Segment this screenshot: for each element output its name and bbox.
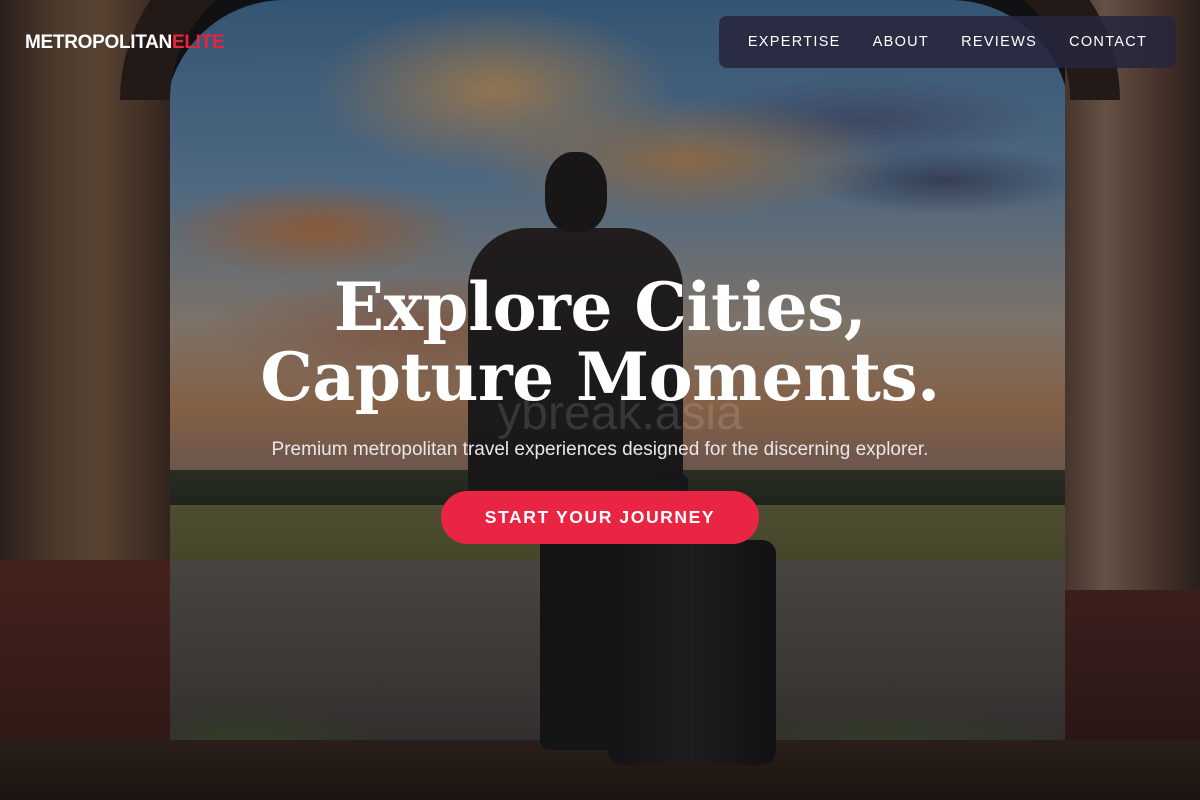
main-navigation: EXPERTISE ABOUT REVIEWS CONTACT (719, 16, 1176, 68)
headline-line-2: Capture Moments. (260, 338, 940, 416)
hero-headline: Explore Cities, Capture Moments. (0, 272, 1200, 412)
brand-accent: ELITE (171, 32, 225, 53)
start-journey-button[interactable]: START YOUR JOURNEY (441, 491, 759, 544)
brand-logo[interactable]: METROPOLITANELITE (25, 32, 225, 54)
nav-link-reviews[interactable]: REVIEWS (961, 34, 1037, 50)
nav-link-expertise[interactable]: EXPERTISE (748, 34, 841, 50)
brand-name: METROPOLITAN (25, 32, 172, 53)
headline-line-1: Explore Cities, (333, 268, 867, 346)
hero-subheadline: Premium metropolitan travel experiences … (271, 439, 929, 460)
nav-link-about[interactable]: ABOUT (873, 34, 929, 50)
nav-link-contact[interactable]: CONTACT (1069, 34, 1147, 50)
hero-section: ybreak.asia METROPOLITANELITE EXPERTISE … (0, 0, 1200, 800)
